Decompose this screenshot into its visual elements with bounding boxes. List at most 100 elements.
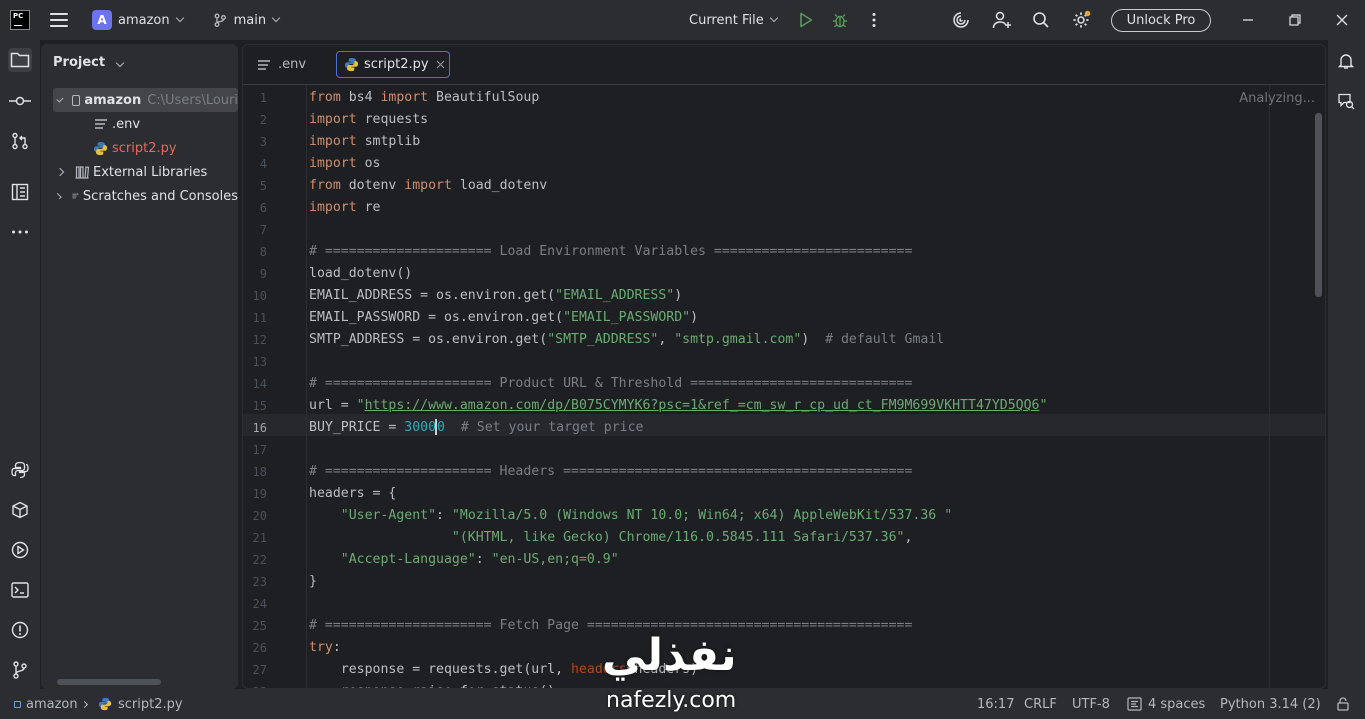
code-line[interactable]: }: [309, 571, 1319, 593]
code-line[interactable]: from bs4 import BeautifulSoup: [309, 87, 1319, 109]
line-number[interactable]: 3: [243, 131, 267, 153]
project-switcher-button[interactable]: amazon: [118, 0, 184, 40]
search-everywhere-button[interactable]: [1031, 0, 1051, 40]
restore-button[interactable]: [1285, 0, 1305, 40]
code-line[interactable]: EMAIL_PASSWORD = os.environ.get("EMAIL_P…: [309, 307, 1319, 329]
structure-tool-button[interactable]: [8, 180, 32, 204]
line-number[interactable]: 23: [243, 571, 267, 593]
code-line[interactable]: BUY_PRICE = 30000 # Set your target pric…: [309, 417, 1319, 439]
code-area[interactable]: from bs4 import BeautifulSoup import requ…: [309, 85, 1319, 688]
more-tools-button[interactable]: [8, 220, 32, 244]
code-line[interactable]: response = requests.get(url, headers=hea…: [309, 659, 1319, 681]
line-number[interactable]: 8: [243, 241, 267, 263]
code-line[interactable]: EMAIL_ADDRESS = os.environ.get("EMAIL_AD…: [309, 285, 1319, 307]
indent-selector[interactable]: 4 spaces: [1127, 689, 1205, 719]
code-line[interactable]: "(KHTML, like Gecko) Chrome/116.0.5845.1…: [309, 527, 1319, 549]
encoding-selector[interactable]: UTF-8: [1072, 689, 1110, 719]
python-packages-button[interactable]: [8, 498, 32, 522]
ai-assistant-button[interactable]: [951, 0, 971, 40]
line-number[interactable]: 27: [243, 659, 267, 681]
line-number[interactable]: 26: [243, 637, 267, 659]
more-actions-button[interactable]: [866, 0, 882, 40]
python-console-button[interactable]: [8, 458, 32, 482]
line-number[interactable]: 12: [243, 329, 267, 351]
line-number[interactable]: 5: [243, 175, 267, 197]
line-number[interactable]: 9: [243, 263, 267, 285]
code-line[interactable]: url = "https://www.amazon.com/dp/B075CYM…: [309, 395, 1319, 417]
code-line[interactable]: import os: [309, 153, 1319, 175]
breadcrumb-file[interactable]: script2.py: [98, 689, 183, 719]
close-icon[interactable]: [436, 60, 445, 69]
line-number[interactable]: 16: [243, 417, 267, 439]
code-line[interactable]: import smtplib: [309, 131, 1319, 153]
code-line[interactable]: response.raise_for_status(): [309, 681, 1319, 688]
debug-button[interactable]: [831, 0, 849, 40]
line-number[interactable]: 4: [243, 153, 267, 175]
project-panel-title[interactable]: Project: [53, 55, 124, 70]
line-number[interactable]: 24: [243, 593, 267, 615]
tab-env[interactable]: .env: [257, 51, 335, 78]
terminal-button[interactable]: [8, 578, 32, 602]
line-number[interactable]: 17: [243, 439, 267, 461]
code-line[interactable]: from dotenv import load_dotenv: [309, 175, 1319, 197]
pycharm-logo-icon[interactable]: PC: [10, 10, 30, 30]
close-window-button[interactable]: [1332, 0, 1352, 40]
code-line[interactable]: "Accept-Language": "en-US,en;q=0.9": [309, 549, 1319, 571]
tree-file-script2[interactable]: script2.py: [41, 136, 238, 160]
line-number[interactable]: 21: [243, 527, 267, 549]
code-line[interactable]: headers = {: [309, 483, 1319, 505]
code-line[interactable]: [309, 351, 1319, 373]
line-number[interactable]: 7: [243, 219, 267, 241]
code-line[interactable]: # ===================== Product URL & Th…: [309, 373, 1319, 395]
tab-script2[interactable]: script2.py: [336, 51, 450, 78]
line-number[interactable]: 11: [243, 307, 267, 329]
tree-file-env[interactable]: .env: [41, 112, 238, 136]
readonly-toggle[interactable]: [1336, 689, 1350, 719]
line-ending-selector[interactable]: CRLF: [1024, 689, 1057, 719]
caret-position[interactable]: 16:17: [977, 689, 1014, 719]
line-number[interactable]: 1: [243, 87, 267, 109]
code-line[interactable]: load_dotenv(): [309, 263, 1319, 285]
line-number[interactable]: 6: [243, 197, 267, 219]
tree-external-libraries[interactable]: External Libraries: [41, 160, 238, 184]
branch-switcher-button[interactable]: main: [213, 0, 281, 40]
line-number[interactable]: 19: [243, 483, 267, 505]
code-line[interactable]: # ===================== Load Environment…: [309, 241, 1319, 263]
code-line[interactable]: import re: [309, 197, 1319, 219]
chevron-right-icon[interactable]: [55, 167, 65, 177]
line-number[interactable]: 2: [243, 109, 267, 131]
code-line[interactable]: SMTP_ADDRESS = os.environ.get("SMTP_ADDR…: [309, 329, 1319, 351]
code-line[interactable]: [309, 439, 1319, 461]
code-line[interactable]: import requests: [309, 109, 1319, 131]
unlock-pro-button[interactable]: Unlock Pro: [1111, 9, 1211, 32]
services-button[interactable]: [8, 538, 32, 562]
run-button[interactable]: [797, 0, 815, 40]
commit-tool-button[interactable]: [8, 89, 32, 113]
vertical-scrollbar[interactable]: [1315, 113, 1322, 297]
code-line[interactable]: # ===================== Fetch Page =====…: [309, 615, 1319, 637]
chevron-right-icon[interactable]: [55, 192, 62, 200]
code-line[interactable]: [309, 219, 1319, 241]
main-menu-icon[interactable]: [50, 13, 68, 27]
line-number[interactable]: 18: [243, 461, 267, 483]
version-control-button[interactable]: [8, 658, 32, 682]
line-number[interactable]: 22: [243, 549, 267, 571]
interpreter-selector[interactable]: Python 3.14 (2): [1220, 689, 1321, 719]
project-tool-button[interactable]: [8, 48, 32, 72]
problems-button[interactable]: [8, 618, 32, 642]
line-number[interactable]: 20: [243, 505, 267, 527]
tree-scratches[interactable]: Scratches and Consoles: [41, 184, 238, 208]
horizontal-scrollbar[interactable]: [57, 679, 161, 685]
notifications-button[interactable]: [1334, 49, 1358, 73]
pull-requests-tool-button[interactable]: [8, 129, 32, 153]
project-badge-icon[interactable]: A: [92, 10, 112, 30]
code-with-me-button[interactable]: [991, 0, 1013, 40]
settings-button[interactable]: [1070, 0, 1092, 40]
chevron-down-icon[interactable]: [56, 95, 64, 102]
line-number[interactable]: 14: [243, 373, 267, 395]
code-line[interactable]: # ===================== Headers ========…: [309, 461, 1319, 483]
code-line[interactable]: try:: [309, 637, 1319, 659]
line-number[interactable]: 13: [243, 351, 267, 373]
line-number[interactable]: 15: [243, 395, 267, 417]
line-number[interactable]: 10: [243, 285, 267, 307]
